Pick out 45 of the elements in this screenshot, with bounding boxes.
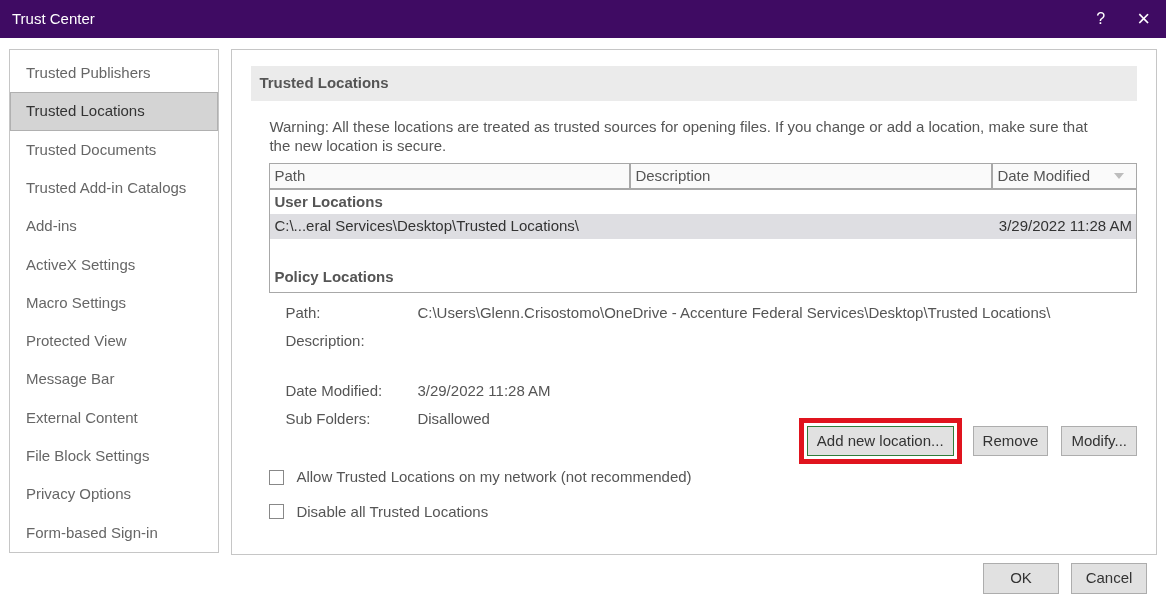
sidebar-item[interactable]: Privacy Options <box>10 475 219 514</box>
checkbox-label: Allow Trusted Locations on my network (not recommended) <box>296 467 692 487</box>
sidebar-item[interactable]: File Block Settings <box>10 437 219 476</box>
close-button[interactable]: × <box>1137 8 1150 30</box>
action-button[interactable]: Remove <box>972 426 1049 456</box>
sidebar-item[interactable]: Trusted Publishers <box>10 54 219 93</box>
detail-value: C:\Users\Glenn.Crisostomo\OneDrive - Accenture Federal Services\Desktop\Trusted Locations\ <box>417 303 1052 323</box>
column-title: Path <box>274 165 306 186</box>
column-header[interactable]: Path <box>270 164 632 188</box>
dialog-button[interactable]: OK <box>983 563 1059 594</box>
column-header[interactable]: Description <box>631 164 994 188</box>
detail-value: 3/29/2022 11:28 AM <box>417 381 552 401</box>
dialog-button[interactable]: Cancel <box>1071 563 1147 594</box>
sidebar-item[interactable]: Macro Settings <box>10 283 219 323</box>
sidebar-item[interactable]: Message Bar <box>10 360 219 399</box>
sidebar-item[interactable]: Trusted Documents <box>10 130 219 169</box>
sidebar-item[interactable]: Form-based Sign-in <box>10 513 219 553</box>
warning-text: Warning: All these locations are treated as trusted sources for opening files. If you change or add a location, make sure that the new location is secure. <box>269 117 1089 155</box>
table-cell-text: C:\...eral Services\Desktop\Trusted Locations\ <box>274 216 580 237</box>
checkbox[interactable] <box>269 469 285 485</box>
table-cell-text: 3/29/2022 11:28 AM <box>997 216 1132 237</box>
column-title: Date Modified <box>997 165 1090 186</box>
sidebar-item[interactable]: Add-ins <box>10 207 219 246</box>
sidebar-item[interactable]: ActiveX Settings <box>10 245 219 284</box>
sidebar-item[interactable]: Protected View <box>10 322 219 361</box>
sidebar-item[interactable]: Trusted Add-in Catalogs <box>10 168 219 208</box>
group-heading: User Locations <box>273 191 384 212</box>
group-heading: Policy Locations <box>273 266 395 287</box>
detail-label: Path: <box>285 303 322 323</box>
sort-icon <box>1114 173 1124 179</box>
checkbox[interactable] <box>269 504 285 520</box>
table-row[interactable]: C:\...eral Services\Desktop\Trusted Locations\ 3/29/2022 11:28 AM <box>270 214 1136 239</box>
window-title: Trust Center <box>12 8 95 29</box>
sidebar-item[interactable]: External Content <box>10 398 219 438</box>
checkbox-label: Disable all Trusted Locations <box>296 501 489 522</box>
sidebar-item[interactable]: Trusted Locations <box>10 92 219 131</box>
action-button[interactable]: Modify... <box>1061 426 1137 456</box>
section-title: Trusted Locations <box>259 73 389 94</box>
detail-value: Disallowed <box>417 409 491 429</box>
help-button[interactable]: ? <box>1096 7 1106 31</box>
column-title: Description <box>635 165 711 186</box>
detail-label: Description: <box>285 331 366 351</box>
detail-label: Sub Folders: <box>285 409 372 429</box>
detail-label: Date Modified: <box>285 381 384 401</box>
column-header[interactable]: Date Modified <box>993 164 1136 188</box>
